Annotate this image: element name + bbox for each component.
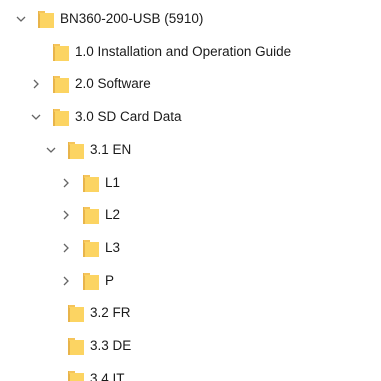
tree-item-label: L2: [105, 207, 121, 223]
chevron-down-icon[interactable]: [14, 6, 28, 32]
folder-icon: [68, 370, 84, 381]
chevron-right-icon[interactable]: [59, 170, 73, 196]
chevron-right-icon[interactable]: [59, 268, 73, 294]
folder-icon: [83, 272, 99, 290]
folder-icon: [83, 239, 99, 257]
folder-icon: [38, 11, 54, 28]
folder-icon: [83, 174, 99, 192]
tree-item-label: 3.3 DE: [90, 338, 132, 353]
tree-item[interactable]: 2.0 Software: [0, 71, 381, 97]
chevron-right-icon[interactable]: [59, 235, 73, 261]
folder-icon: [68, 305, 84, 323]
tree-item[interactable]: 1.0 Installation and Operation Guide: [0, 39, 381, 65]
tree-item[interactable]: P: [0, 268, 381, 294]
tree-item[interactable]: 3.4 IT: [0, 366, 381, 381]
tree-item-label: 3.0 SD Card Data: [75, 109, 182, 125]
tree-item-label: 3.2 FR: [90, 305, 131, 321]
folder-icon: [53, 76, 69, 94]
folder-icon: [53, 43, 69, 61]
tree-item[interactable]: 3.1 EN: [0, 137, 381, 163]
tree-item[interactable]: L3: [0, 235, 381, 261]
tree-item-label: P: [105, 272, 115, 288]
chevron-right-icon[interactable]: [29, 71, 43, 97]
tree-item[interactable]: L2: [0, 202, 381, 228]
folder-tree: BN360-200-USB (5910) 1.0 Installation and…: [0, 0, 381, 381]
folder-icon: [68, 338, 84, 355]
chevron-down-icon[interactable]: [29, 104, 43, 130]
tree-item[interactable]: 3.0 SD Card Data: [0, 104, 381, 130]
tree-item[interactable]: BN360-200-USB (5910): [0, 6, 381, 32]
folder-icon: [53, 109, 69, 127]
tree-item-label: 1.0 Installation and Operation Guide: [75, 43, 292, 59]
folder-icon: [68, 141, 84, 159]
chevron-down-icon[interactable]: [44, 137, 58, 163]
tree-item[interactable]: L1: [0, 170, 381, 196]
tree-item[interactable]: 3.3 DE: [0, 333, 381, 359]
tree-item[interactable]: 3.2 FR: [0, 300, 381, 326]
folder-icon: [83, 207, 99, 225]
tree-item-label: L1: [105, 174, 121, 190]
chevron-right-icon[interactable]: [59, 202, 73, 228]
tree-item-label: BN360-200-USB (5910): [60, 11, 204, 26]
tree-item-label: L3: [105, 239, 121, 255]
tree-item-label: 2.0 Software: [75, 76, 151, 92]
tree-item-label: 3.1 EN: [90, 141, 132, 157]
tree-item-label: 3.4 IT: [90, 370, 125, 381]
